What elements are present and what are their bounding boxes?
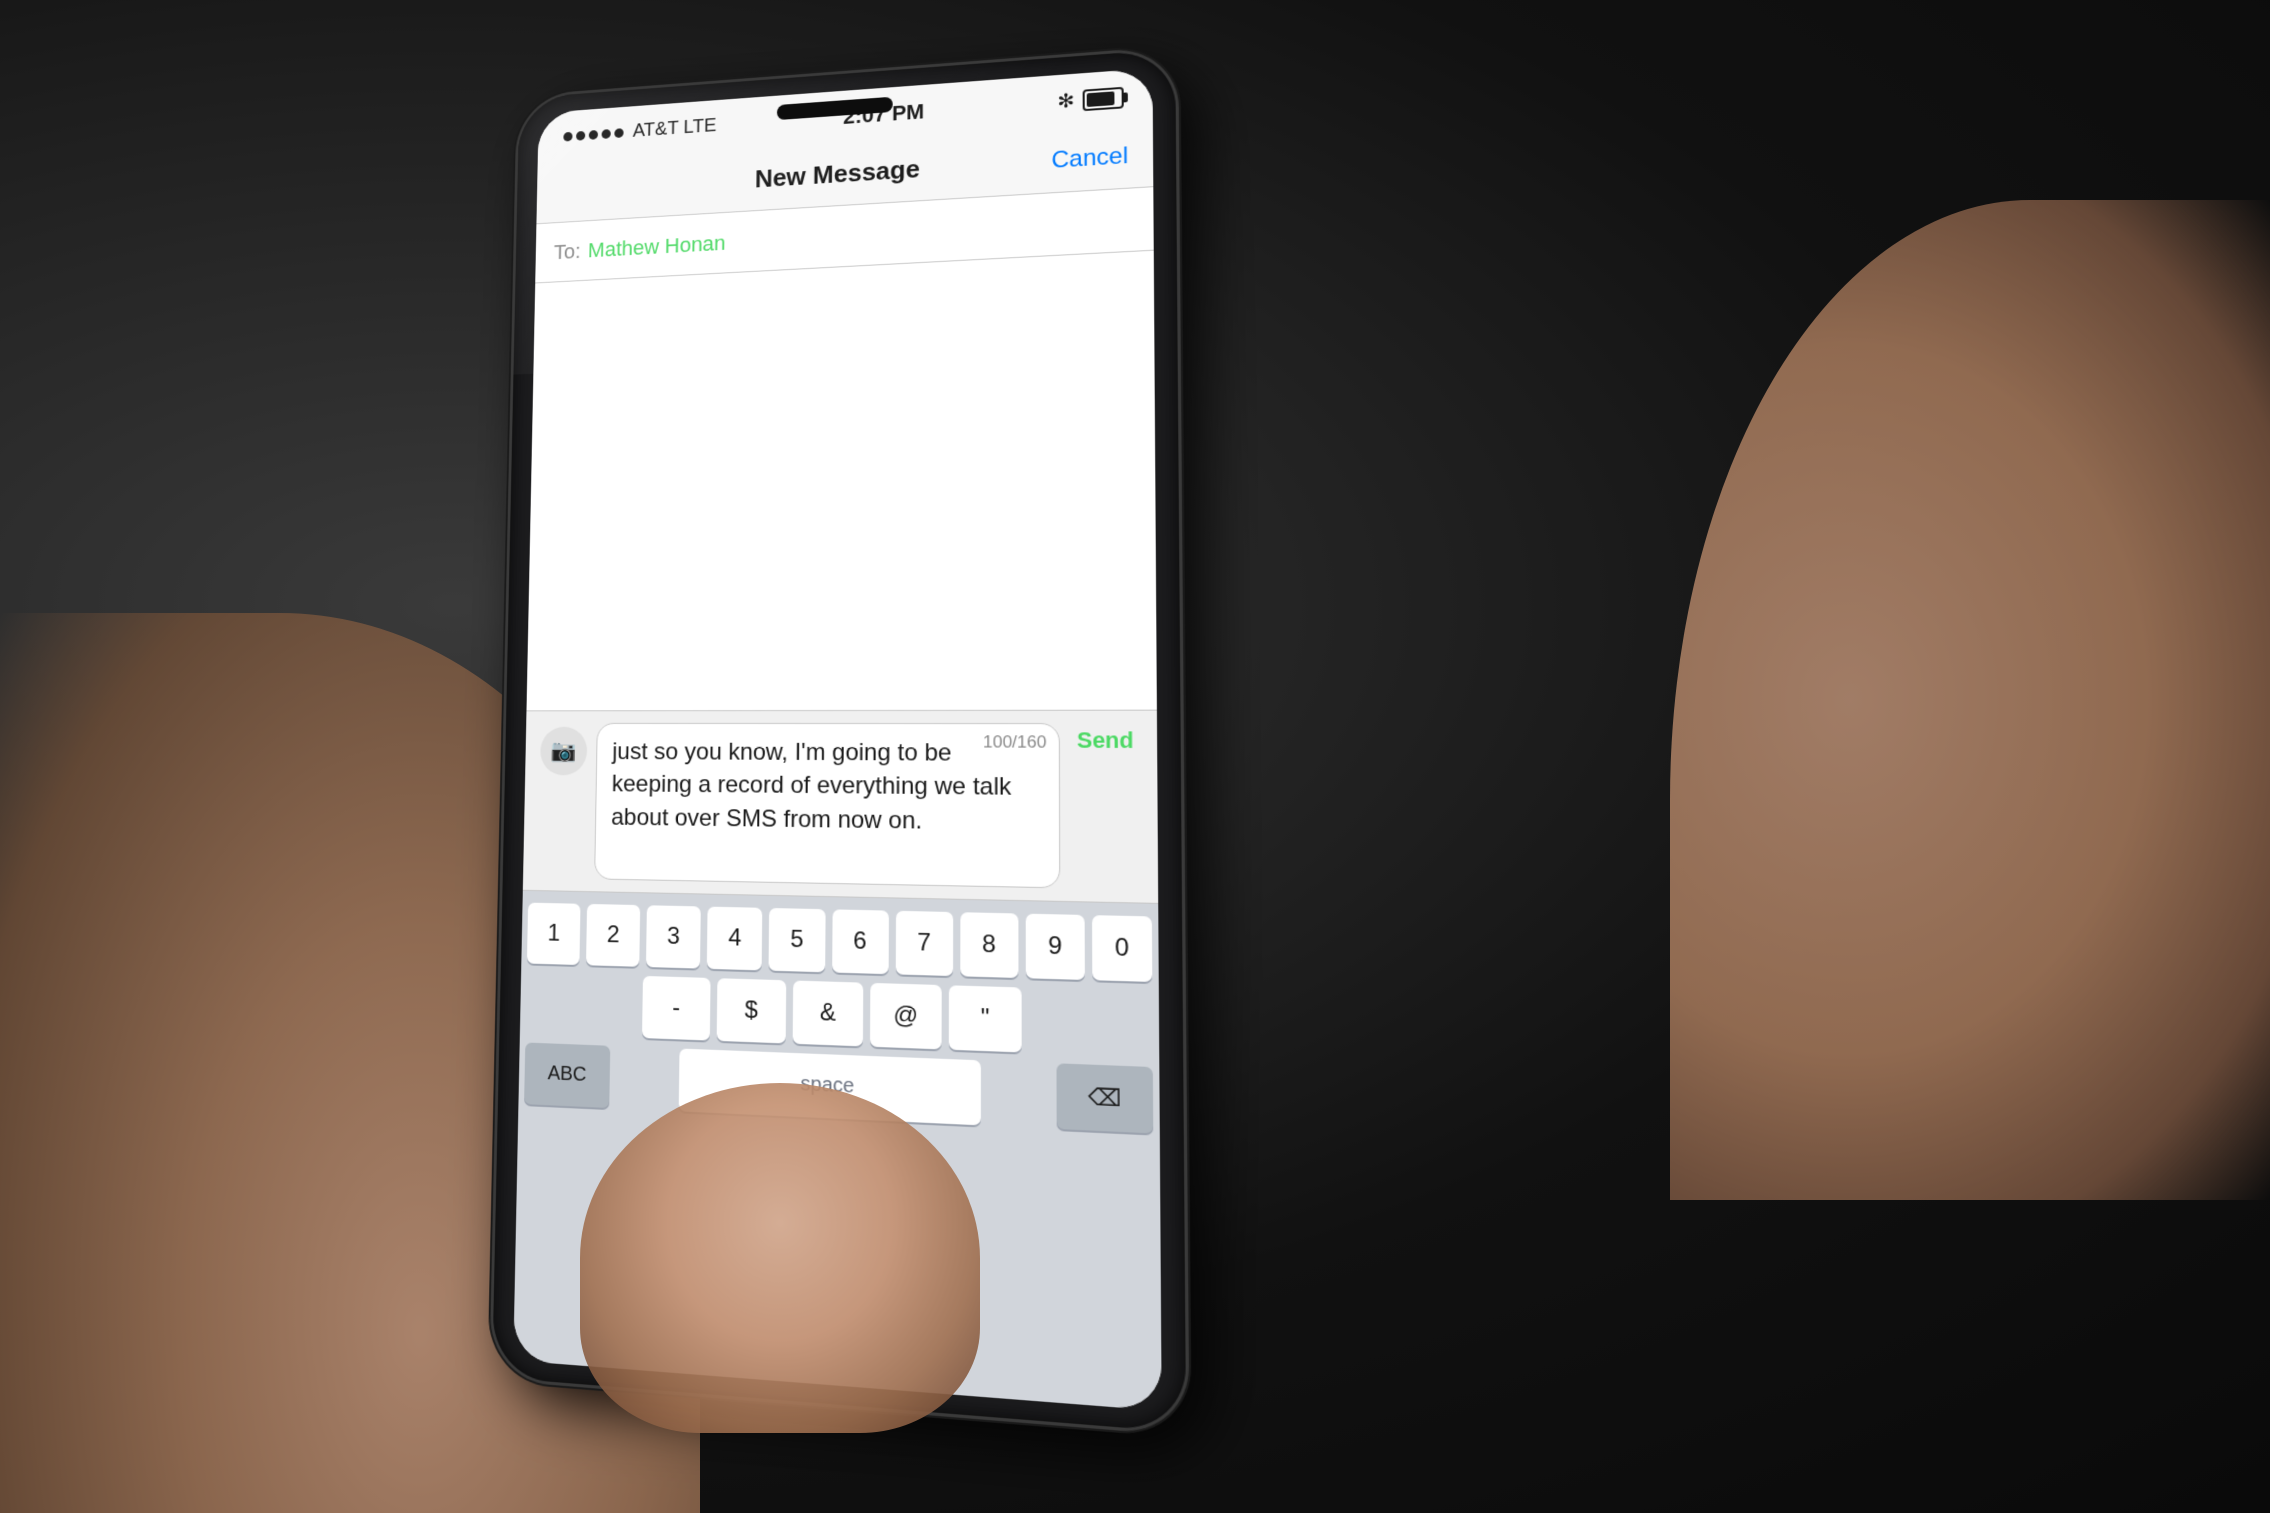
message-body-area[interactable] [526, 251, 1156, 711]
key-8[interactable]: 8 [960, 912, 1018, 978]
key-4[interactable]: 4 [707, 906, 763, 970]
status-right: ✻ [1057, 85, 1123, 114]
key-1[interactable]: 1 [527, 902, 581, 964]
signal-dot-1 [563, 131, 572, 141]
key-6[interactable]: 6 [832, 909, 889, 974]
battery-indicator [1083, 86, 1124, 110]
message-input[interactable]: just so you know, I'm going to be keepin… [594, 722, 1060, 887]
key-quote[interactable]: " [949, 985, 1022, 1052]
thumb [580, 1083, 980, 1433]
char-count: 100/160 [983, 732, 1047, 753]
key-0[interactable]: 0 [1092, 915, 1152, 982]
key-at[interactable]: @ [870, 982, 942, 1049]
delete-icon: ⌫ [1088, 1083, 1121, 1112]
keyboard-row-symbols: - $ & @ " [526, 972, 1153, 1057]
key-ampersand[interactable]: & [793, 980, 864, 1046]
message-text-content: just so you know, I'm going to be keepin… [611, 735, 1043, 840]
camera-icon: 📷 [551, 738, 577, 763]
send-button[interactable]: Send [1071, 727, 1141, 754]
key-5[interactable]: 5 [769, 907, 825, 971]
abc-key[interactable]: ABC [524, 1042, 610, 1108]
carrier-text: AT&T LTE [633, 115, 717, 142]
cancel-button[interactable]: Cancel [1051, 142, 1128, 174]
key-7[interactable]: 7 [895, 910, 953, 975]
to-label: To: [554, 239, 581, 265]
nav-title: New Message [755, 154, 920, 194]
signal-dot-3 [589, 130, 598, 140]
key-2[interactable]: 2 [586, 903, 640, 966]
key-dollar[interactable]: $ [717, 978, 787, 1043]
key-9[interactable]: 9 [1025, 913, 1084, 979]
camera-button[interactable]: 📷 [540, 726, 587, 775]
status-left: AT&T LTE [563, 115, 716, 147]
keyboard-row-numbers: 1 2 3 4 5 6 7 8 9 0 [527, 902, 1152, 981]
key-3[interactable]: 3 [646, 905, 701, 968]
bluetooth-icon: ✻ [1057, 88, 1074, 114]
signal-dot-5 [614, 128, 623, 138]
signal-dot-2 [576, 130, 585, 140]
recipient-contact[interactable]: Mathew Honan [588, 230, 726, 262]
signal-dot-4 [602, 129, 611, 139]
delete-key[interactable]: ⌫ [1056, 1063, 1153, 1133]
battery-fill [1087, 91, 1115, 107]
signal-dots [563, 128, 623, 141]
compose-area: 📷 just so you know, I'm going to be keep… [523, 710, 1158, 903]
key-dash[interactable]: - [642, 975, 711, 1040]
